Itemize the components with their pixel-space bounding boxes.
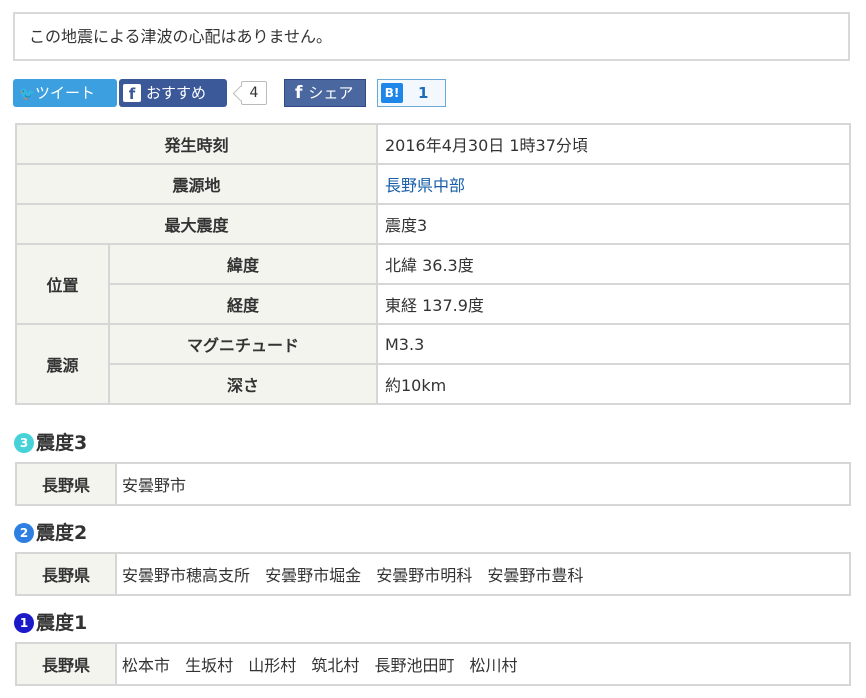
latitude-value: 北緯 36.3度 (376, 243, 851, 285)
table-row: 発生時刻 2016年4月30日 1時37分頃 (15, 123, 851, 165)
city: 松本市 (122, 656, 171, 675)
city-list: 安曇野市穂高支所 安曇野市堀金 安曇野市明科 安曇野市豊科 (115, 552, 851, 596)
city: 筑北村 (311, 656, 360, 675)
table-row: 経度 東経 137.9度 (16, 283, 851, 325)
recommend-count: 4 (241, 81, 267, 105)
intensity-1-badge-icon: 1 (14, 613, 34, 633)
epicenter-link[interactable]: 長野県中部 (385, 176, 465, 195)
facebook-icon: f (123, 84, 141, 103)
city: 安曇野市豊科 (487, 566, 584, 585)
longitude-value: 東経 137.9度 (376, 283, 851, 325)
hatena-count: 1 (418, 84, 429, 102)
epicenter-label: 震源地 (15, 163, 378, 205)
table-row: 長野県 安曇野市 (15, 462, 851, 506)
city: 山形村 (248, 656, 297, 675)
prefecture-label: 長野県 (15, 552, 117, 596)
magnitude-value: M3.3 (376, 323, 851, 365)
time-label: 発生時刻 (15, 123, 378, 165)
intensity-2-badge-icon: 2 (14, 523, 34, 543)
tsunami-notice: この地震による津波の心配はありません。 (13, 12, 850, 61)
max-intensity-label: 最大震度 (15, 203, 378, 245)
city: 生坂村 (185, 656, 234, 675)
facebook-icon: f (295, 83, 303, 103)
city: 長野池田町 (374, 656, 455, 675)
city: 安曇野市 (122, 476, 187, 495)
table-row: 震源 マグニチュード M3.3 (15, 323, 851, 405)
intensity-1-title: 震度1 (36, 612, 88, 634)
table-row: 位置 緯度 北緯 36.3度 (15, 243, 851, 325)
city-list: 松本市 生坂村 山形村 筑北村 長野池田町 松川村 (115, 642, 851, 686)
intensity-1-heading: 1 震度1 (14, 611, 87, 635)
prefecture-label: 長野県 (15, 642, 117, 686)
city: 松川村 (469, 656, 518, 675)
city-list: 安曇野市 (115, 462, 851, 506)
intensity-2-title: 震度2 (36, 522, 88, 544)
city: 安曇野市明科 (376, 566, 473, 585)
city: 安曇野市堀金 (265, 566, 362, 585)
intensity-3-badge-icon: 3 (14, 433, 34, 453)
intensity-2-heading: 2 震度2 (14, 521, 87, 545)
latitude-label: 緯度 (108, 243, 378, 285)
facebook-recommend-button[interactable]: f おすすめ (119, 79, 227, 107)
depth-value: 約10km (376, 363, 851, 405)
source-label: 震源 (15, 323, 110, 405)
tweet-label: ツイート (35, 84, 96, 102)
twitter-bird-icon: 🐦 (19, 87, 36, 102)
table-row: 長野県 松本市 生坂村 山形村 筑北村 長野池田町 松川村 (15, 642, 851, 686)
magnitude-label: マグニチュード (108, 323, 378, 365)
intensity-2-table: 長野県 安曇野市穂高支所 安曇野市堀金 安曇野市明科 安曇野市豊科 (15, 552, 851, 596)
tweet-button[interactable]: 🐦ツイート (13, 79, 117, 107)
prefecture-label: 長野県 (15, 462, 117, 506)
time-value: 2016年4月30日 1時37分頃 (376, 123, 851, 165)
longitude-label: 経度 (108, 283, 378, 325)
table-row: 長野県 安曇野市穂高支所 安曇野市堀金 安曇野市明科 安曇野市豊科 (15, 552, 851, 596)
recommend-label: おすすめ (146, 84, 207, 102)
share-label: シェア (308, 84, 354, 102)
hatena-bookmark-button[interactable]: B! 1 (377, 79, 446, 107)
table-row: 震源地 長野県中部 (15, 163, 851, 205)
city: 安曇野市穂高支所 (122, 566, 251, 585)
table-row: 最大震度 震度3 (15, 203, 851, 245)
depth-label: 深さ (108, 363, 378, 405)
max-intensity-value: 震度3 (376, 203, 851, 245)
earthquake-info-table: 発生時刻 2016年4月30日 1時37分頃 震源地 長野県中部 最大震度 震度… (15, 123, 851, 405)
table-row: 深さ 約10km (16, 363, 851, 405)
intensity-3-heading: 3 震度3 (14, 431, 87, 455)
facebook-share-button[interactable]: f シェア (284, 79, 366, 107)
intensity-3-table: 長野県 安曇野市 (15, 462, 851, 506)
position-label: 位置 (15, 243, 110, 325)
intensity-3-title: 震度3 (36, 432, 88, 454)
hatena-bookmark-icon: B! (381, 83, 403, 103)
intensity-1-table: 長野県 松本市 生坂村 山形村 筑北村 長野池田町 松川村 (15, 642, 851, 686)
